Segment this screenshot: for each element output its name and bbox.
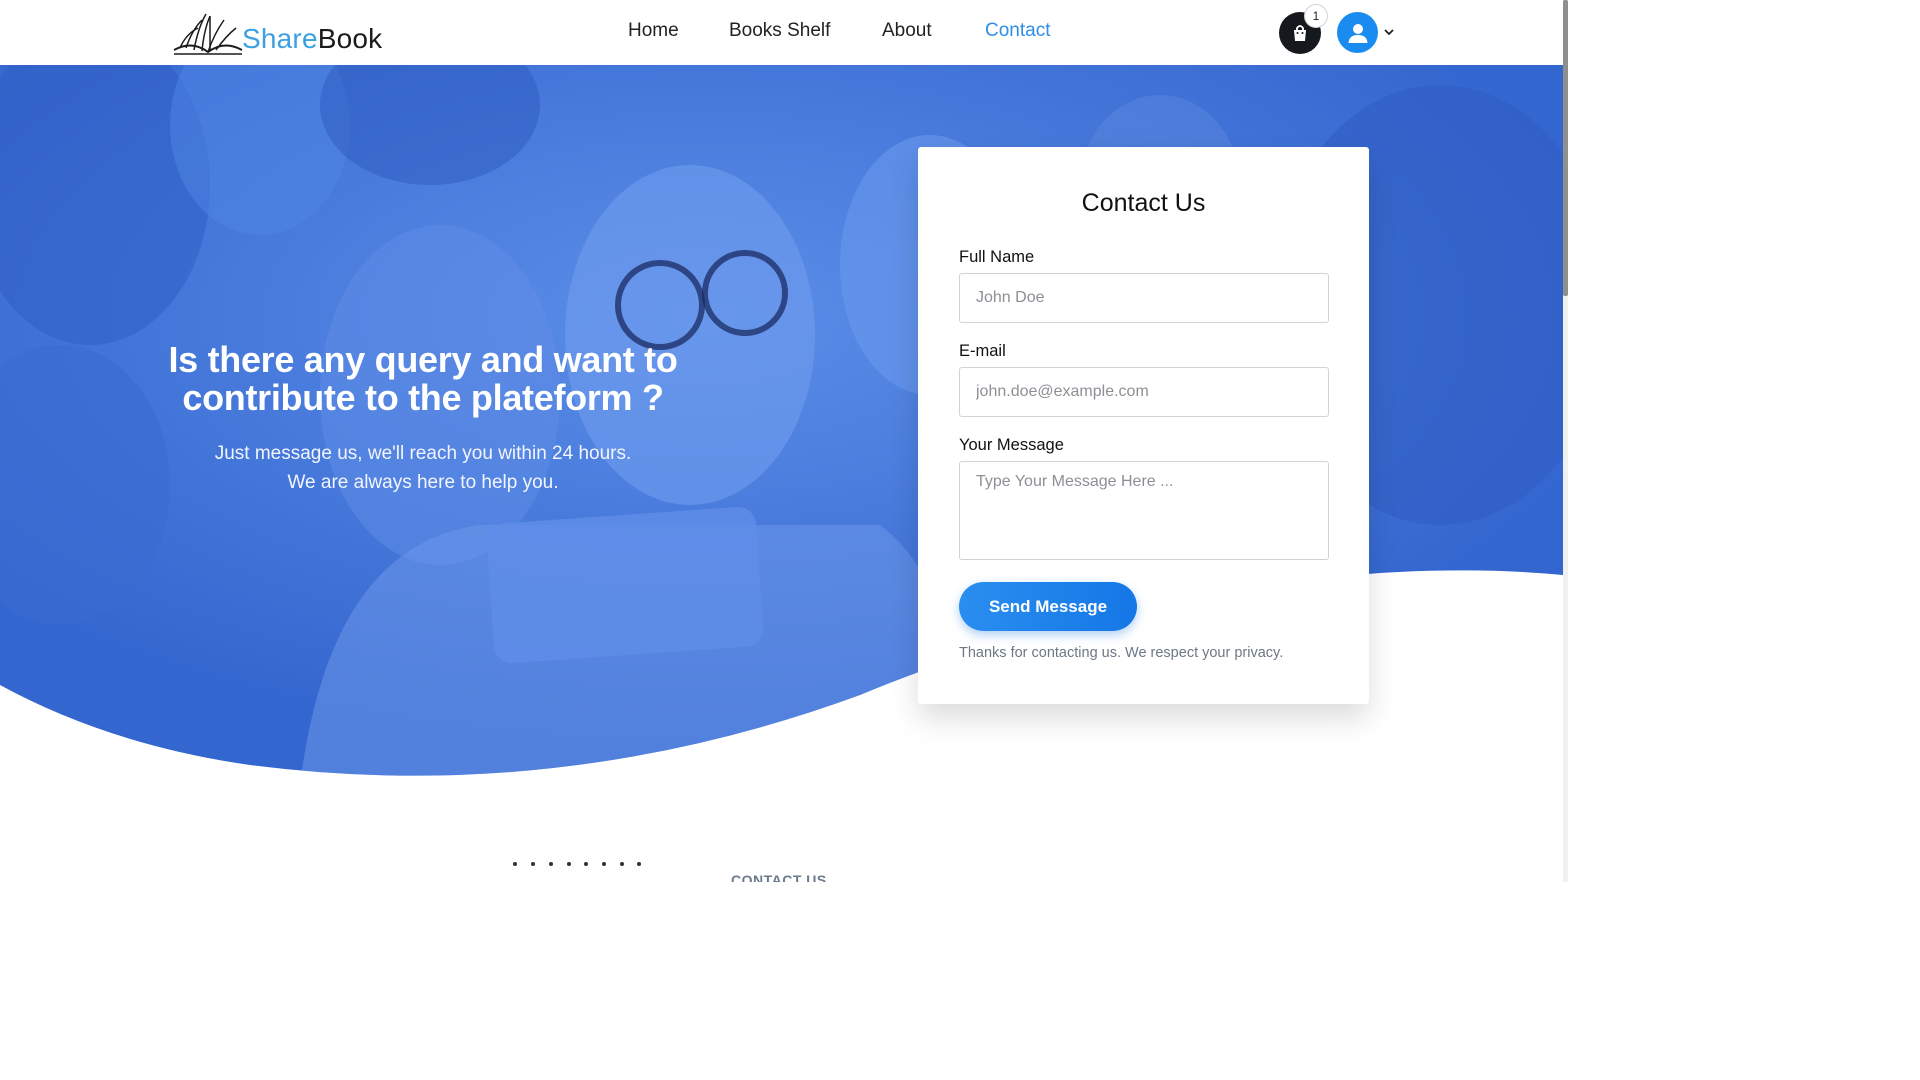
email-input[interactable] xyxy=(959,367,1329,417)
brand-name-share: Share xyxy=(242,23,318,54)
message-label: Your Message xyxy=(959,436,1064,454)
nav-link-about[interactable]: About xyxy=(882,20,932,42)
full-name-input[interactable] xyxy=(959,273,1329,323)
hero-subtitle: Just message us, we'll reach you within … xyxy=(160,439,686,497)
page-scrollbar[interactable] xyxy=(1563,0,1568,882)
hero-title: Is there any query and want to contribut… xyxy=(168,339,678,418)
privacy-note: Thanks for contacting us. We respect you… xyxy=(959,645,1284,661)
navbar: ShareBook Home Books Shelf About Contact… xyxy=(0,0,1563,65)
scrollbar-thumb[interactable] xyxy=(1563,0,1568,296)
message-textarea[interactable] xyxy=(959,461,1329,560)
nav-link-books-shelf[interactable]: Books Shelf xyxy=(729,20,830,42)
brand-name: ShareBook xyxy=(242,25,382,53)
email-label: E-mail xyxy=(959,342,1006,360)
shopping-bag-icon xyxy=(1294,25,1306,41)
contact-form-card: Contact Us Full Name E-mail Your Message… xyxy=(918,147,1369,704)
full-name-label: Full Name xyxy=(959,248,1035,266)
brand-logo[interactable]: ShareBook xyxy=(172,8,382,56)
nav-link-home[interactable]: Home xyxy=(628,20,679,42)
contact-form-title: Contact Us xyxy=(1081,189,1206,217)
brand-name-book: Book xyxy=(317,23,383,54)
hero-subtitle-line2: We are always here to help you. xyxy=(287,472,559,493)
chevron-down-icon[interactable] xyxy=(1383,26,1395,38)
cart-count-badge: 1 xyxy=(1304,4,1328,28)
send-message-button[interactable]: Send Message xyxy=(959,582,1137,631)
nav-link-contact[interactable]: Contact xyxy=(985,20,1050,42)
hero-subtitle-line1: Just message us, we'll reach you within … xyxy=(214,443,632,464)
open-book-icon xyxy=(173,13,243,55)
user-icon xyxy=(1348,23,1367,43)
user-avatar-button[interactable] xyxy=(1337,12,1378,53)
section-eyebrow: CONTACT US xyxy=(731,872,827,882)
contact-page: ShareBook Home Books Shelf About Contact… xyxy=(0,0,1568,882)
